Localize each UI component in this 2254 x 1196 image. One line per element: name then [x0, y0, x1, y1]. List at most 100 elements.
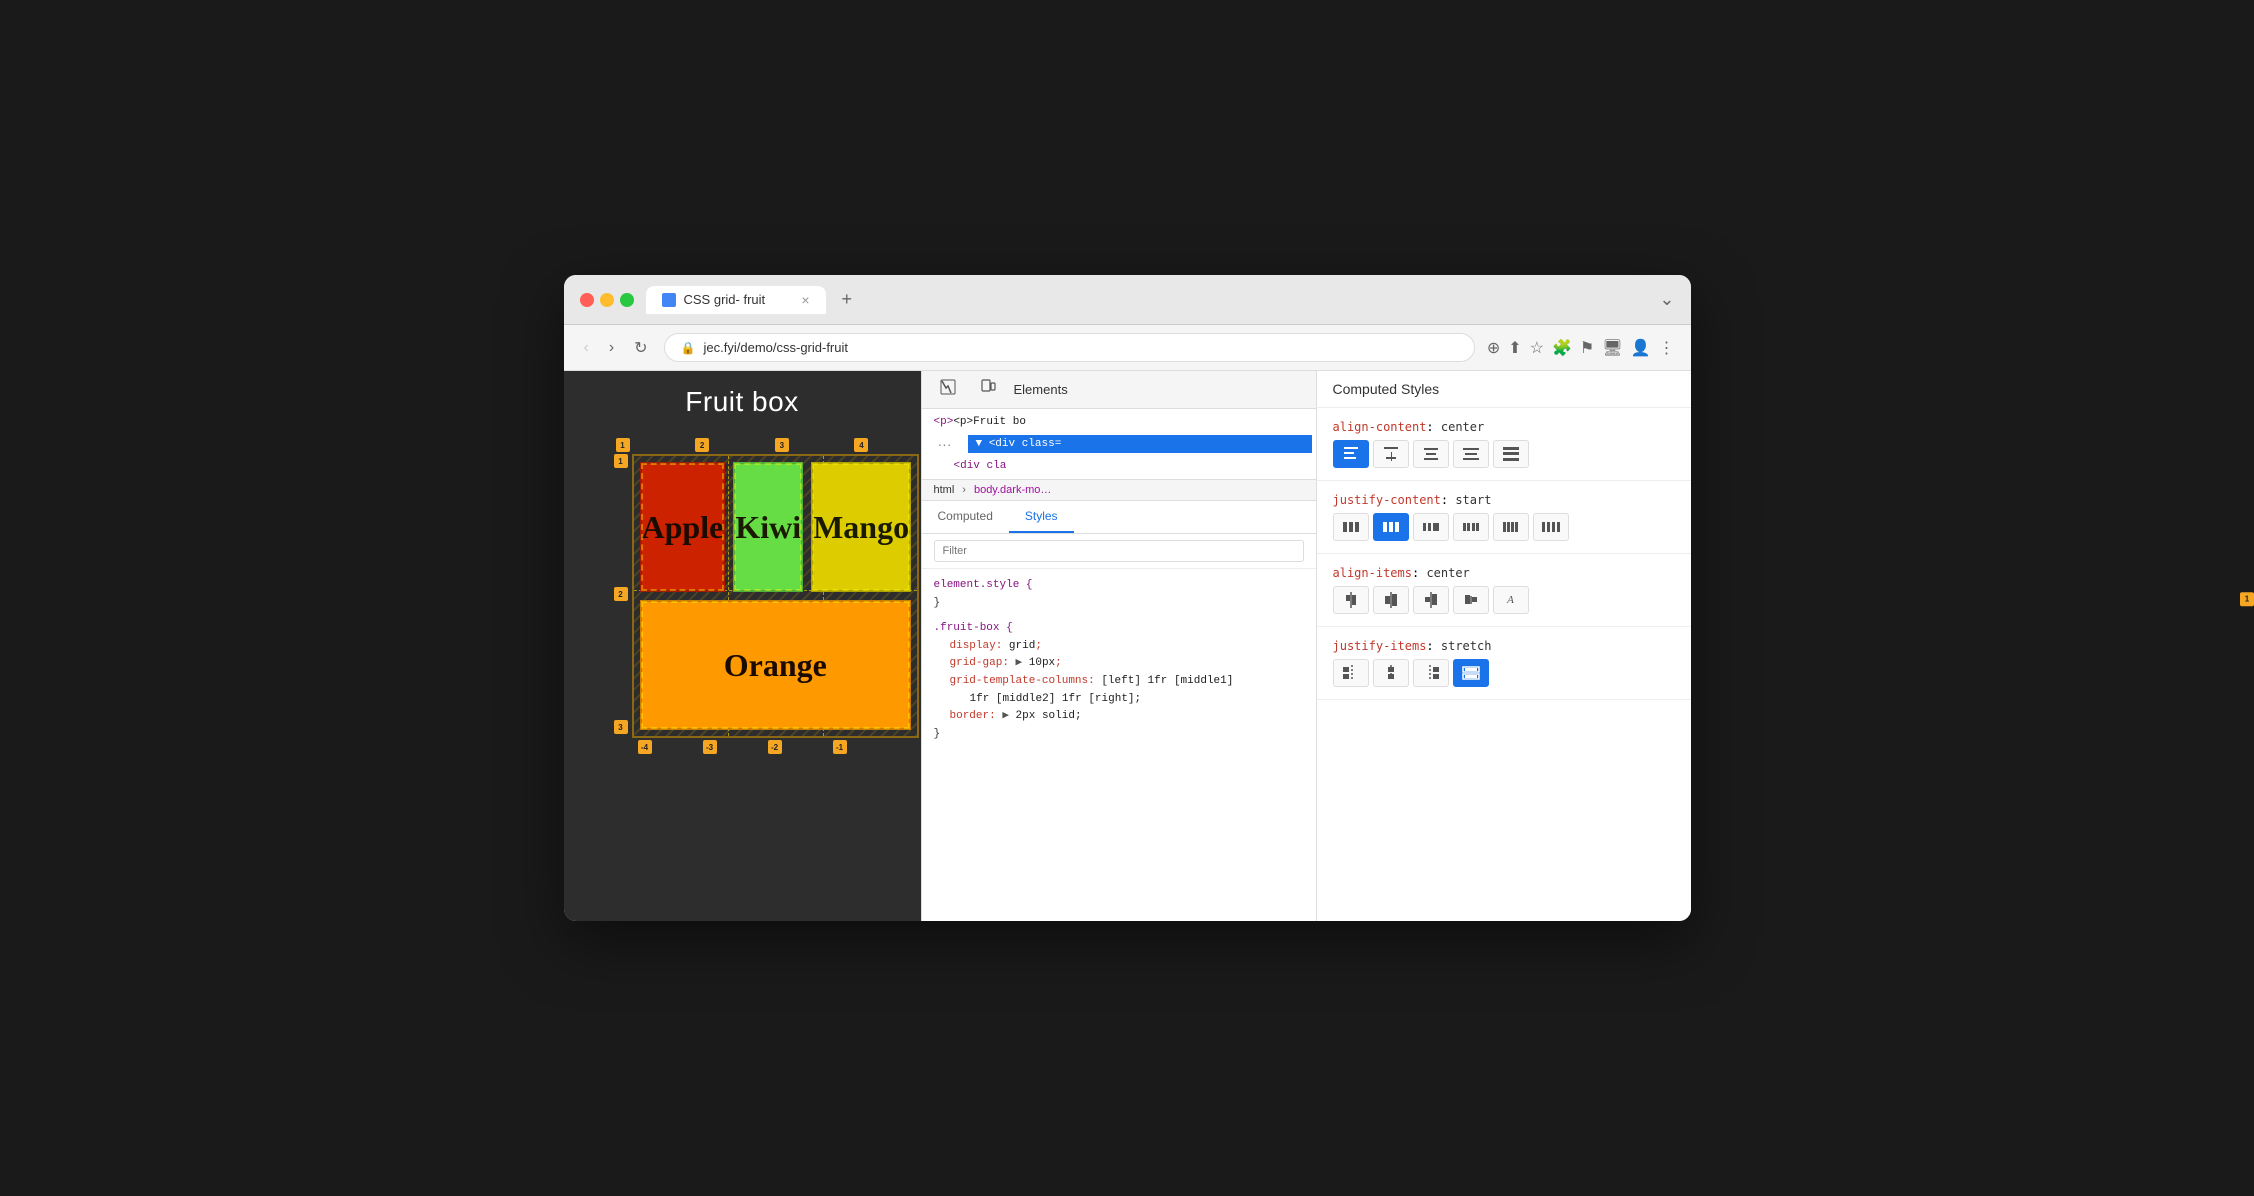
- justify-items-btn-3[interactable]: [1453, 659, 1489, 687]
- computed-styles-panel: Computed Styles align-content: center: [1316, 371, 1691, 921]
- justify-items-btn-2[interactable]: [1413, 659, 1449, 687]
- justify-items-label: justify-items: stretch: [1333, 639, 1675, 653]
- browser-window: CSS grid- fruit × + ⌄ ‹ › ↻ 🔒 jec.fyi/de…: [564, 275, 1691, 921]
- align-content-section: align-content: center: [1317, 408, 1691, 481]
- justify-content-btn-2[interactable]: [1413, 513, 1449, 541]
- zoom-icon[interactable]: ⊕: [1487, 338, 1500, 358]
- grid-template-columns-cont: 1fr [middle2] 1fr [right];: [934, 691, 1304, 709]
- col-bot-4: -1: [833, 740, 847, 754]
- align-items-btn-3[interactable]: [1453, 586, 1489, 614]
- mango-label: Mango: [813, 509, 909, 546]
- breadcrumb-html[interactable]: html: [934, 484, 955, 496]
- grid-gap-prop: grid-gap: ▶ 10px;: [934, 655, 1304, 673]
- orange-label: Orange: [724, 647, 827, 684]
- align-content-colon: :: [1426, 420, 1440, 434]
- grid-wrapper: 1 2 3 4 1 2 3: [614, 438, 871, 754]
- element-style-selector: element.style {: [934, 579, 1033, 591]
- element-p-content: <p>Fruit bo: [953, 416, 1026, 428]
- close-button[interactable]: [580, 293, 594, 307]
- element-div2-line[interactable]: <div cla: [922, 457, 1316, 475]
- justify-items-colon: :: [1426, 639, 1440, 653]
- align-content-btn-2[interactable]: [1413, 440, 1449, 468]
- justify-content-btn-4[interactable]: [1493, 513, 1529, 541]
- mango-cell: Mango: [811, 462, 911, 592]
- inspector-button[interactable]: [934, 377, 962, 402]
- row-num-2: 2: [614, 587, 628, 601]
- element-style-close: }: [934, 597, 941, 609]
- tab-close-button[interactable]: ×: [801, 292, 809, 308]
- devtools-panel: Elements <p><p>Fruit bo ··· ▼ <div class…: [921, 371, 1316, 921]
- element-p-line[interactable]: <p><p>Fruit bo: [922, 413, 1316, 431]
- back-button[interactable]: ‹: [580, 335, 593, 361]
- border-prop: border: ▶ 2px solid;: [934, 708, 1304, 726]
- tab-computed[interactable]: Computed: [922, 501, 1009, 533]
- more-button[interactable]: ···: [926, 433, 964, 455]
- computed-panel-header: Computed Styles: [1317, 371, 1691, 408]
- styles-content: element.style { } .fruit-box { display: …: [922, 569, 1316, 921]
- justify-content-btn-0[interactable]: [1333, 513, 1369, 541]
- align-content-btn-3[interactable]: [1453, 440, 1489, 468]
- align-content-btn-0[interactable]: [1333, 440, 1369, 468]
- share-icon[interactable]: ⬆: [1508, 338, 1521, 358]
- webpage-content: Fruit box 1 2 3 4 1 2 3: [564, 371, 921, 769]
- justify-items-btn-1[interactable]: [1373, 659, 1409, 687]
- profile-icon[interactable]: 👤: [1631, 338, 1651, 358]
- fruit-grid-container: Apple Kiwi Mango Orange: [632, 454, 920, 738]
- reload-button[interactable]: ↻: [630, 334, 651, 362]
- lock-icon: 🔒: [681, 341, 696, 355]
- tab-favicon: [662, 293, 676, 307]
- row-num-1: 1: [614, 454, 628, 468]
- align-items-btn-1[interactable]: [1373, 586, 1409, 614]
- active-tab[interactable]: CSS grid- fruit ×: [646, 286, 826, 314]
- grid-with-side-numbers: 1 2 3 Apple: [614, 454, 871, 738]
- maximize-button[interactable]: [620, 293, 634, 307]
- justify-content-btn-3[interactable]: [1453, 513, 1489, 541]
- traffic-lights: [580, 293, 634, 307]
- col-bot-2: -3: [703, 740, 717, 754]
- tab-bar: CSS grid- fruit × +: [646, 285, 1648, 314]
- fruit-grid: Apple Kiwi Mango Orange: [640, 462, 912, 730]
- element-div-selected[interactable]: ▼ <div class=: [968, 435, 1312, 453]
- breadcrumb-bar: html › body.dark-mo…: [922, 480, 1316, 501]
- extension-icon[interactable]: 🧩: [1552, 338, 1572, 358]
- main-area: Fruit box 1 2 3 4 1 2 3: [564, 371, 1691, 921]
- align-content-buttons: [1333, 440, 1675, 468]
- col-num-1: 1: [616, 438, 630, 452]
- col-num-3: 3: [775, 438, 789, 452]
- left-row-numbers: 1 2 3: [614, 454, 628, 734]
- align-items-btn-2[interactable]: [1413, 586, 1449, 614]
- tab-styles[interactable]: Styles: [1009, 501, 1074, 533]
- address-right-icons: ⊕ ⬆ ☆ 🧩 ⚑ 🖥 👤 ⋮: [1487, 338, 1675, 358]
- bookmark-icon[interactable]: ☆: [1530, 338, 1544, 358]
- address-bar: ‹ › ↻ 🔒 jec.fyi/demo/css-grid-fruit ⊕ ⬆ …: [564, 325, 1691, 371]
- style-rule-element: element.style { }: [922, 573, 1316, 616]
- col-bot-1: -4: [638, 740, 652, 754]
- flag-icon[interactable]: ⚑: [1580, 338, 1594, 358]
- align-items-section: align-items: center A: [1317, 554, 1691, 627]
- minimize-button[interactable]: [600, 293, 614, 307]
- new-tab-button[interactable]: +: [834, 285, 861, 314]
- styles-tabs: Computed Styles: [922, 501, 1316, 534]
- align-content-btn-1[interactable]: [1373, 440, 1409, 468]
- justify-items-btn-0[interactable]: [1333, 659, 1369, 687]
- filter-input[interactable]: [934, 540, 1304, 562]
- justify-content-btn-5[interactable]: [1533, 513, 1569, 541]
- align-items-label: align-items: center: [1333, 566, 1675, 580]
- align-items-value: center: [1426, 566, 1469, 580]
- align-items-btn-0[interactable]: [1333, 586, 1369, 614]
- breadcrumb-body[interactable]: body.dark-mo…: [974, 484, 1051, 496]
- bottom-column-numbers: -4 -3 -2 -1: [614, 740, 871, 754]
- device-button[interactable]: [974, 377, 1002, 402]
- justify-content-btn-1[interactable]: [1373, 513, 1409, 541]
- align-content-value: center: [1441, 420, 1484, 434]
- menu-icon[interactable]: ⋮: [1659, 338, 1675, 358]
- forward-button[interactable]: ›: [605, 335, 618, 361]
- top-column-numbers: 1 2 3 4: [614, 438, 871, 452]
- align-content-btn-4[interactable]: [1493, 440, 1529, 468]
- desktop-icon[interactable]: 🖥: [1602, 338, 1622, 358]
- element-div-text: ▼ <div class=: [976, 438, 1062, 450]
- align-items-colon: :: [1412, 566, 1426, 580]
- align-items-btn-4[interactable]: A: [1493, 586, 1529, 614]
- display-prop: display: grid;: [934, 638, 1304, 656]
- address-input[interactable]: 🔒 jec.fyi/demo/css-grid-fruit: [664, 333, 1475, 362]
